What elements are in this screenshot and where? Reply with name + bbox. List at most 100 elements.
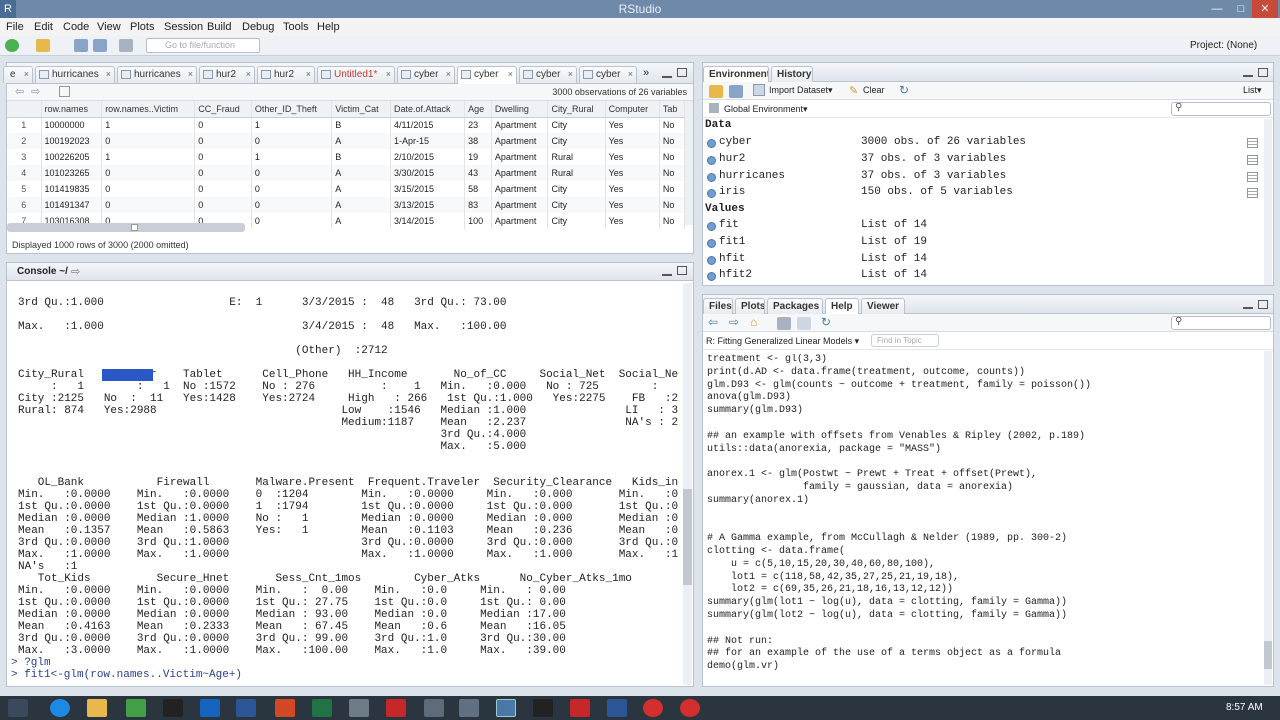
scroll-thumb[interactable] — [131, 224, 138, 231]
global-environment-dropdown[interactable]: Global Environment▾ — [724, 104, 808, 115]
env-item-icon[interactable] — [707, 172, 716, 182]
view-data-icon[interactable] — [1247, 188, 1258, 199]
load-workspace-icon[interactable] — [709, 85, 723, 98]
ie-icon[interactable] — [50, 699, 70, 717]
more-tabs-icon[interactable]: » — [643, 67, 649, 79]
app-icon-2[interactable] — [459, 699, 479, 717]
project-menu[interactable]: Project: (None) — [1190, 40, 1257, 51]
acrobat-icon[interactable] — [386, 699, 406, 717]
tab-history[interactable]: History — [771, 66, 813, 83]
tab-partial[interactable]: e × — [3, 66, 33, 83]
forward-arrow-icon[interactable]: ⇨ — [31, 85, 40, 98]
new-file-icon[interactable] — [5, 39, 19, 52]
open-folder-icon[interactable] — [36, 39, 50, 52]
print-icon[interactable] — [119, 39, 133, 52]
console-goto-icon[interactable]: ⇨ — [71, 265, 80, 278]
help-print-icon[interactable] — [777, 317, 791, 330]
env-item-name[interactable]: fit1 — [719, 236, 745, 248]
column-header[interactable]: Other_ID_Theft — [251, 101, 333, 118]
menu-file[interactable]: File — [6, 21, 24, 33]
view-data-icon[interactable] — [1247, 154, 1258, 165]
tab-files[interactable]: Files — [703, 298, 733, 315]
menu-tools[interactable]: Tools — [283, 21, 309, 33]
tab-hurricanes-1[interactable]: hurricanes × — [35, 66, 115, 83]
column-header[interactable]: row.names..Victim — [101, 101, 196, 118]
app-icon-6[interactable] — [680, 699, 700, 717]
menu-edit[interactable]: Edit — [34, 21, 53, 33]
column-header[interactable]: Tab — [659, 101, 686, 118]
help-minimize-icon[interactable] — [1243, 303, 1253, 309]
tab-untitled1[interactable]: Untitled1* × — [317, 66, 395, 83]
column-header[interactable]: Dwelling — [491, 101, 549, 118]
menu-plots[interactable]: Plots — [130, 21, 154, 33]
pane-minimize-icon[interactable] — [662, 72, 672, 78]
close-icon[interactable]: ✕ — [1252, 0, 1278, 18]
console-scroll-thumb[interactable] — [683, 489, 692, 585]
console-maximize-icon[interactable] — [677, 266, 687, 275]
home-icon[interactable]: ⌂ — [750, 315, 757, 329]
minimize-icon[interactable]: — — [1204, 0, 1230, 18]
popout-icon[interactable] — [59, 86, 70, 97]
column-header[interactable]: Age — [464, 101, 492, 118]
excel-small-icon[interactable] — [126, 699, 146, 717]
find-in-topic-input[interactable]: Find in Topic — [871, 334, 939, 347]
help-back-icon[interactable]: ⇦ — [708, 315, 718, 329]
app-icon-5[interactable] — [643, 699, 663, 717]
explorer-icon[interactable] — [87, 699, 107, 717]
view-data-icon[interactable] — [1247, 171, 1258, 182]
column-header[interactable]: Computer — [605, 101, 660, 118]
tab-viewer[interactable]: Viewer — [861, 298, 905, 315]
menu-code[interactable]: Code — [63, 21, 89, 33]
goto-file-input[interactable]: Go to file/function — [146, 38, 260, 53]
column-header[interactable]: row.names — [41, 101, 103, 118]
console-input[interactable]: > fit1<-glm(row.names..Victim~Age+) — [11, 669, 242, 681]
tab-cyber-3[interactable]: cyber × — [519, 66, 577, 83]
import-dataset-button[interactable]: Import Dataset▾ — [769, 85, 833, 96]
remote-desktop-icon[interactable] — [349, 699, 369, 717]
menu-build[interactable]: Build — [207, 21, 231, 33]
refresh-icon[interactable]: ↻ — [899, 83, 909, 97]
menu-session[interactable]: Session — [164, 21, 203, 33]
console-scrollbar[interactable] — [683, 283, 692, 685]
column-header[interactable]: Victim_Cat — [331, 101, 391, 118]
list-view-button[interactable]: List▾ — [1243, 85, 1262, 96]
help-scrollbar[interactable] — [1264, 351, 1272, 685]
app-icon-4[interactable] — [607, 699, 627, 717]
horizontal-scrollbar[interactable] — [7, 223, 245, 232]
rstudio-taskbar-icon[interactable] — [496, 699, 516, 717]
env-item-name[interactable]: iris — [719, 186, 745, 198]
menu-help[interactable]: Help — [317, 21, 340, 33]
help-popout-icon[interactable] — [797, 317, 811, 330]
help-topic-dropdown[interactable]: R: Fitting Generalized Linear Models ▾ — [706, 336, 859, 347]
outlook-icon[interactable] — [200, 699, 220, 717]
column-header[interactable]: Date.of.Attack — [390, 101, 466, 118]
help-forward-icon[interactable]: ⇨ — [729, 315, 739, 329]
save-workspace-icon[interactable] — [729, 85, 743, 98]
start-icon[interactable] — [8, 699, 28, 717]
env-item-icon[interactable] — [707, 189, 716, 199]
vertical-scrollbar[interactable] — [685, 101, 693, 225]
terminal-icon[interactable] — [533, 699, 553, 717]
env-maximize-icon[interactable] — [1258, 68, 1268, 77]
tab-hur2-1[interactable]: hur2 × — [199, 66, 255, 83]
save-all-icon[interactable] — [93, 39, 107, 52]
help-maximize-icon[interactable] — [1258, 300, 1268, 309]
env-item-name[interactable]: hur2 — [719, 153, 745, 165]
env-scrollbar[interactable] — [1264, 119, 1272, 285]
maximize-icon[interactable]: □ — [1228, 0, 1254, 18]
env-item-name[interactable]: hfit — [719, 253, 745, 265]
clear-button[interactable]: Clear — [863, 85, 885, 95]
env-item-name[interactable]: hurricanes — [719, 170, 785, 182]
menu-debug[interactable]: Debug — [242, 21, 274, 33]
pane-maximize-icon[interactable] — [677, 68, 687, 77]
tab-hurricanes-2[interactable]: hurricanes × — [117, 66, 197, 83]
console-minimize-icon[interactable] — [662, 270, 672, 276]
env-item-icon[interactable] — [707, 155, 716, 165]
tab-cyber-2[interactable]: cyber × — [457, 66, 517, 84]
env-item-icon[interactable] — [707, 139, 716, 148]
menu-view[interactable]: View — [97, 21, 121, 33]
save-icon[interactable] — [74, 39, 88, 52]
view-data-icon[interactable] — [1247, 138, 1258, 148]
excel-icon[interactable] — [312, 699, 332, 717]
tab-cyber-1[interactable]: cyber × — [397, 66, 455, 83]
